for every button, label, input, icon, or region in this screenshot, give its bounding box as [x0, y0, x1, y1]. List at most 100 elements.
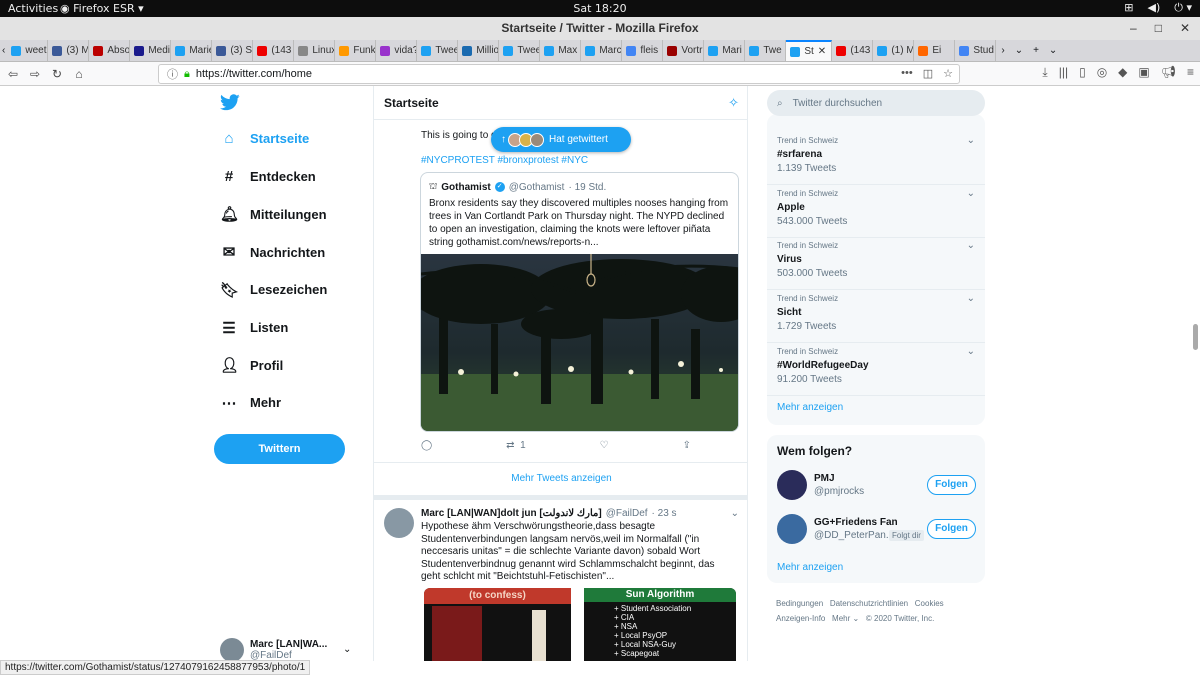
- tab[interactable]: Twee: [499, 40, 541, 61]
- follow-suggestion[interactable]: PMJ @pmjrocks Folgen: [777, 470, 977, 504]
- tab[interactable]: Twe: [745, 40, 787, 61]
- chevron-down-icon[interactable]: ⌄: [967, 135, 975, 146]
- sparkle-icon[interactable]: ✧: [728, 95, 739, 111]
- tab[interactable]: Linux 0.: [294, 40, 336, 61]
- pocket-icon[interactable]: ◫: [923, 67, 933, 80]
- megaphone-icon[interactable]: 📢︎: [1161, 65, 1176, 80]
- tab[interactable]: (1) M: [873, 40, 915, 61]
- tweet-author[interactable]: Marc [LAN|WAN]dolt jun [مارك لاندولت]: [421, 508, 602, 519]
- tweet[interactable]: This is going to g #NYCPROTEST #bronxpro…: [374, 120, 747, 462]
- nav-item-entdecken[interactable]: # Entdecken: [220, 168, 316, 185]
- account-switcher[interactable]: Marc [LAN|WA... @FailDef ⌄: [220, 638, 351, 661]
- nav-item-listen[interactable]: ☰ Listen: [220, 319, 288, 337]
- forward-icon[interactable]: ⇨: [26, 67, 44, 81]
- follow-show-more-link[interactable]: Mehr anzeigen: [777, 562, 843, 573]
- tab[interactable]: fleis: [622, 40, 664, 61]
- tab[interactable]: (143: [832, 40, 874, 61]
- tab[interactable]: (143: [253, 40, 295, 61]
- tweet-hashtags[interactable]: #NYCPROTEST #bronxprotest #NYC: [421, 155, 588, 166]
- nav-item-nachrichten[interactable]: ✉ Nachrichten: [220, 243, 325, 261]
- minimize-icon[interactable]: –: [1130, 17, 1137, 40]
- page-actions-icon[interactable]: •••: [901, 67, 913, 80]
- footer-link[interactable]: Mehr: [832, 614, 850, 623]
- chevron-down-icon[interactable]: ⌄: [967, 293, 975, 304]
- tab[interactable]: Stud: [955, 40, 997, 61]
- trend-item[interactable]: Trend in Schweiz Apple 543.000 Tweets ⌄: [767, 185, 985, 238]
- tab[interactable]: Abso: [89, 40, 131, 61]
- footer-link[interactable]: Datenschutzrichtlinien: [830, 599, 908, 608]
- footer-link[interactable]: Anzeigen-Info: [776, 614, 825, 623]
- chevron-down-icon[interactable]: ⌄: [343, 644, 351, 655]
- tab[interactable]: Mari: [704, 40, 746, 61]
- tweet-image[interactable]: (to confess): [424, 588, 571, 661]
- trend-item[interactable]: Trend in Schweiz Virus 503.000 Tweets ⌄: [767, 237, 985, 291]
- scrollbar[interactable]: [1193, 324, 1198, 350]
- library-icon[interactable]: |||: [1059, 65, 1068, 80]
- avatar[interactable]: [777, 514, 807, 544]
- show-more-tweets-link[interactable]: Mehr Tweets anzeigen: [374, 463, 747, 495]
- download-icon[interactable]: ⤓: [1042, 65, 1047, 80]
- extension-icon[interactable]: ◆: [1118, 65, 1127, 80]
- tab-close-icon[interactable]: ✕: [818, 46, 826, 57]
- footer-link[interactable]: Bedingungen: [776, 599, 823, 608]
- tab-scroll-right-icon[interactable]: ›: [996, 45, 1009, 56]
- tab-scroll-left-icon[interactable]: ‹: [0, 45, 7, 56]
- reply-icon[interactable]: ◯: [421, 440, 432, 451]
- tab[interactable]: Vortr: [663, 40, 705, 61]
- share-icon[interactable]: ⇪: [683, 440, 691, 451]
- tab[interactable]: (3) Sc: [212, 40, 254, 61]
- nav-item-profil[interactable]: 👤︎ Profil: [220, 356, 283, 374]
- system-tray[interactable]: ⊞ ◀) ⏻ ▾: [1124, 1, 1192, 15]
- twitter-logo-icon[interactable]: [220, 94, 240, 117]
- tab[interactable]: (3) M: [48, 40, 90, 61]
- tab[interactable]: vida?: [376, 40, 418, 61]
- lock-icon[interactable]: 🔒︎: [184, 68, 190, 81]
- url-bar[interactable]: ⓘ 🔒︎ https://twitter.com/home ••• ◫ ☆: [158, 64, 960, 84]
- tab[interactable]: St ✕: [786, 40, 833, 61]
- chevron-down-icon[interactable]: ⌄: [967, 346, 975, 357]
- tweet-photo[interactable]: [421, 254, 739, 432]
- url-text[interactable]: https://twitter.com/home: [196, 68, 312, 80]
- footer-link[interactable]: Cookies: [915, 599, 944, 608]
- nav-item-startseite[interactable]: ⌂ Startseite: [220, 130, 309, 147]
- follow-suggestion[interactable]: GG+Friedens Fan @DD_PeterPan... Folgt di…: [777, 514, 977, 548]
- retweet-button[interactable]: ⇄ 1: [506, 440, 526, 451]
- tab[interactable]: Marie: [171, 40, 213, 61]
- new-tab-icon[interactable]: +: [1028, 45, 1044, 56]
- chevron-down-icon[interactable]: ⌄: [967, 188, 975, 199]
- tweet-button[interactable]: Twittern: [214, 434, 345, 464]
- suggestion-name[interactable]: GG+Friedens Fan: [814, 517, 898, 528]
- menu-icon[interactable]: ≡: [1187, 65, 1194, 80]
- trends-show-more-link[interactable]: Mehr anzeigen: [777, 402, 843, 413]
- avatar[interactable]: [384, 508, 414, 538]
- back-icon[interactable]: ⇦: [4, 67, 22, 81]
- tab[interactable]: Marc: [581, 40, 623, 61]
- all-tabs-icon[interactable]: ⌄: [1044, 45, 1062, 56]
- quoted-tweet[interactable]: ⛫ Gothamist ✓ @Gothamist · 19 Std. Bronx…: [420, 172, 739, 432]
- trend-item[interactable]: Trend in Schweiz #srfarena 1.139 Tweets ⌄: [767, 132, 985, 185]
- tab[interactable]: Ei: [914, 40, 956, 61]
- avatar[interactable]: [777, 470, 807, 500]
- chevron-down-icon[interactable]: ⌄: [967, 240, 975, 251]
- tab[interactable]: Millio: [458, 40, 500, 61]
- nav-item-mehr[interactable]: ⋯ Mehr: [220, 394, 282, 412]
- search-input[interactable]: ⌕ Twitter durchsuchen: [767, 90, 985, 116]
- suggestion-name[interactable]: PMJ: [814, 473, 835, 484]
- close-icon[interactable]: ✕: [1180, 17, 1190, 40]
- bookmark-star-icon[interactable]: ☆: [943, 67, 953, 80]
- chevron-down-icon[interactable]: ⌄: [731, 508, 739, 519]
- tweet[interactable]: Marc [LAN|WAN]dolt jun [مارك لاندولت] @F…: [374, 500, 747, 661]
- nav-item-lesezeichen[interactable]: 🔖︎ Lesezeichen: [220, 281, 327, 299]
- extension2-icon[interactable]: ▣: [1138, 65, 1149, 80]
- info-icon[interactable]: ⓘ: [167, 66, 178, 82]
- reload-icon[interactable]: ↻: [48, 67, 66, 81]
- trend-item[interactable]: Trend in Schweiz Sicht 1.729 Tweets ⌄: [767, 290, 985, 344]
- nav-item-mitteilungen[interactable]: 🔔︎ Mitteilungen: [220, 205, 327, 223]
- follow-button[interactable]: Folgen: [927, 519, 976, 539]
- tab[interactable]: Twee: [417, 40, 459, 61]
- account-icon[interactable]: ◎: [1097, 65, 1107, 80]
- clock[interactable]: Sat 18:20: [0, 2, 1200, 15]
- tab-list-icon[interactable]: ⌄: [1010, 45, 1028, 56]
- trend-item[interactable]: Trend in Schweiz #WorldRefugeeDay 91.200 T…: [767, 343, 985, 396]
- home-icon[interactable]: ⌂: [70, 67, 88, 81]
